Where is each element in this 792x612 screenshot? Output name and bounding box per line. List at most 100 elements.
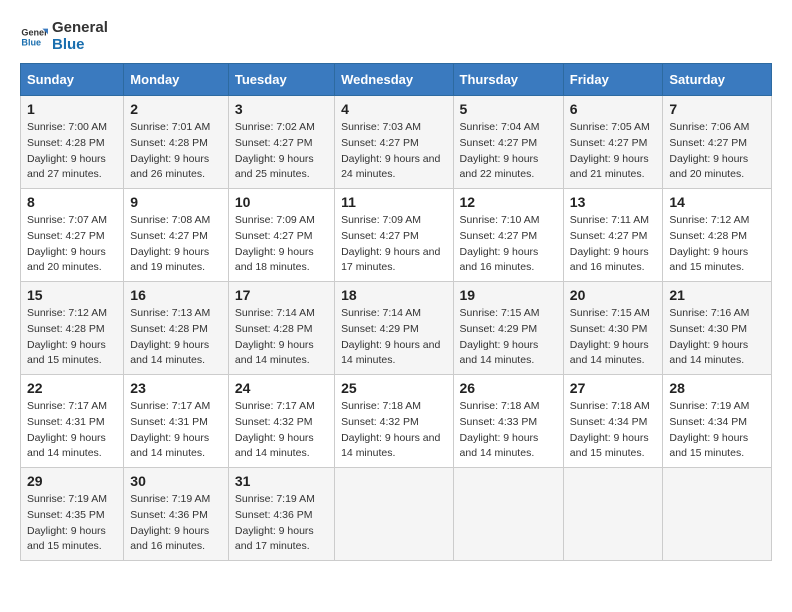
calendar-day-cell: 10Sunrise: 7:09 AMSunset: 4:27 PMDayligh… (228, 189, 334, 282)
calendar-table: SundayMondayTuesdayWednesdayThursdayFrid… (20, 63, 772, 561)
calendar-day-cell: 13Sunrise: 7:11 AMSunset: 4:27 PMDayligh… (563, 189, 663, 282)
calendar-day-cell: 16Sunrise: 7:13 AMSunset: 4:28 PMDayligh… (124, 282, 229, 375)
day-number: 5 (460, 101, 557, 117)
day-number: 17 (235, 287, 328, 303)
day-number: 6 (570, 101, 657, 117)
calendar-week-row: 8 Sunrise: 7:07 AMSunset: 4:27 PMDaylight… (21, 189, 772, 282)
calendar-day-cell: 2Sunrise: 7:01 AMSunset: 4:28 PMDaylight… (124, 96, 229, 189)
calendar-day-cell: 22 Sunrise: 7:17 AMSunset: 4:31 PMDayligh… (21, 375, 124, 468)
calendar-day-cell: 15 Sunrise: 7:12 AMSunset: 4:28 PMDayligh… (21, 282, 124, 375)
day-number: 24 (235, 380, 328, 396)
day-number: 30 (130, 473, 222, 489)
calendar-day-cell: 21Sunrise: 7:16 AMSunset: 4:30 PMDayligh… (663, 282, 772, 375)
calendar-day-cell: 25Sunrise: 7:18 AMSunset: 4:32 PMDayligh… (335, 375, 453, 468)
calendar-week-row: 15 Sunrise: 7:12 AMSunset: 4:28 PMDayligh… (21, 282, 772, 375)
calendar-day-cell: 4Sunrise: 7:03 AMSunset: 4:27 PMDaylight… (335, 96, 453, 189)
day-detail: Sunrise: 7:12 AMSunset: 4:28 PMDaylight:… (27, 307, 107, 366)
calendar-day-cell: 9 Sunrise: 7:08 AMSunset: 4:27 PMDaylight… (124, 189, 229, 282)
calendar-day-cell: 14Sunrise: 7:12 AMSunset: 4:28 PMDayligh… (663, 189, 772, 282)
day-detail: Sunrise: 7:05 AMSunset: 4:27 PMDaylight:… (570, 121, 650, 180)
day-detail: Sunrise: 7:06 AMSunset: 4:27 PMDaylight:… (669, 121, 749, 180)
weekday-header: Thursday (453, 64, 563, 96)
calendar-day-cell: 19 Sunrise: 7:15 AMSunset: 4:29 PMDayligh… (453, 282, 563, 375)
day-detail: Sunrise: 7:14 AMSunset: 4:28 PMDaylight:… (235, 307, 315, 366)
day-detail: Sunrise: 7:17 AMSunset: 4:31 PMDaylight:… (130, 400, 210, 459)
calendar-day-cell: 11 Sunrise: 7:09 AMSunset: 4:27 PMDayligh… (335, 189, 453, 282)
calendar-week-row: 29 Sunrise: 7:19 AMSunset: 4:35 PMDayligh… (21, 468, 772, 561)
logo-text-line2: Blue (52, 37, 108, 54)
day-detail: Sunrise: 7:11 AMSunset: 4:27 PMDaylight:… (570, 214, 649, 273)
day-number: 1 (27, 101, 117, 117)
weekday-header: Saturday (663, 64, 772, 96)
day-detail: Sunrise: 7:15 AMSunset: 4:29 PMDaylight:… (460, 307, 540, 366)
day-detail: Sunrise: 7:09 AMSunset: 4:27 PMDaylight:… (341, 214, 440, 273)
calendar-day-cell: 1 Sunrise: 7:00 AMSunset: 4:28 PMDaylight… (21, 96, 124, 189)
logo-icon: General Blue (20, 23, 48, 51)
day-number: 29 (27, 473, 117, 489)
calendar-day-cell: 26Sunrise: 7:18 AMSunset: 4:33 PMDayligh… (453, 375, 563, 468)
day-number: 8 (27, 194, 117, 210)
weekday-header: Sunday (21, 64, 124, 96)
calendar-day-cell: 5 Sunrise: 7:04 AMSunset: 4:27 PMDaylight… (453, 96, 563, 189)
day-detail: Sunrise: 7:04 AMSunset: 4:27 PMDaylight:… (460, 121, 540, 180)
day-number: 7 (669, 101, 765, 117)
day-number: 12 (460, 194, 557, 210)
day-detail: Sunrise: 7:07 AMSunset: 4:27 PMDaylight:… (27, 214, 107, 273)
day-detail: Sunrise: 7:18 AMSunset: 4:33 PMDaylight:… (460, 400, 540, 459)
day-number: 25 (341, 380, 446, 396)
day-detail: Sunrise: 7:00 AMSunset: 4:28 PMDaylight:… (27, 121, 107, 180)
day-detail: Sunrise: 7:19 AMSunset: 4:34 PMDaylight:… (669, 400, 749, 459)
day-number: 31 (235, 473, 328, 489)
day-detail: Sunrise: 7:01 AMSunset: 4:28 PMDaylight:… (130, 121, 210, 180)
day-number: 28 (669, 380, 765, 396)
day-number: 18 (341, 287, 446, 303)
calendar-day-cell (663, 468, 772, 561)
day-number: 23 (130, 380, 222, 396)
header: General Blue General Blue (20, 20, 772, 53)
day-detail: Sunrise: 7:09 AMSunset: 4:27 PMDaylight:… (235, 214, 315, 273)
weekday-header: Tuesday (228, 64, 334, 96)
calendar-day-cell (335, 468, 453, 561)
calendar-day-cell (453, 468, 563, 561)
calendar-day-cell: 28 Sunrise: 7:19 AMSunset: 4:34 PMDayligh… (663, 375, 772, 468)
day-detail: Sunrise: 7:02 AMSunset: 4:27 PMDaylight:… (235, 121, 315, 180)
day-detail: Sunrise: 7:19 AMSunset: 4:35 PMDaylight:… (27, 493, 107, 552)
day-number: 16 (130, 287, 222, 303)
day-detail: Sunrise: 7:15 AMSunset: 4:30 PMDaylight:… (570, 307, 650, 366)
day-detail: Sunrise: 7:19 AMSunset: 4:36 PMDaylight:… (130, 493, 210, 552)
day-number: 11 (341, 194, 446, 210)
day-number: 4 (341, 101, 446, 117)
calendar-header-row: SundayMondayTuesdayWednesdayThursdayFrid… (21, 64, 772, 96)
calendar-day-cell (563, 468, 663, 561)
day-detail: Sunrise: 7:19 AMSunset: 4:36 PMDaylight:… (235, 493, 315, 552)
calendar-day-cell: 29 Sunrise: 7:19 AMSunset: 4:35 PMDayligh… (21, 468, 124, 561)
day-detail: Sunrise: 7:14 AMSunset: 4:29 PMDaylight:… (341, 307, 440, 366)
day-number: 3 (235, 101, 328, 117)
weekday-header: Wednesday (335, 64, 453, 96)
weekday-header: Monday (124, 64, 229, 96)
day-number: 27 (570, 380, 657, 396)
calendar-day-cell: 8 Sunrise: 7:07 AMSunset: 4:27 PMDaylight… (21, 189, 124, 282)
calendar-day-cell: 12 Sunrise: 7:10 AMSunset: 4:27 PMDayligh… (453, 189, 563, 282)
day-detail: Sunrise: 7:12 AMSunset: 4:28 PMDaylight:… (669, 214, 749, 273)
svg-text:Blue: Blue (21, 37, 41, 47)
day-detail: Sunrise: 7:17 AMSunset: 4:31 PMDaylight:… (27, 400, 107, 459)
calendar-day-cell: 23 Sunrise: 7:17 AMSunset: 4:31 PMDayligh… (124, 375, 229, 468)
calendar-day-cell: 6 Sunrise: 7:05 AMSunset: 4:27 PMDaylight… (563, 96, 663, 189)
day-number: 19 (460, 287, 557, 303)
logo-text-line1: General (52, 20, 108, 37)
calendar-day-cell: 27Sunrise: 7:18 AMSunset: 4:34 PMDayligh… (563, 375, 663, 468)
calendar-day-cell: 7 Sunrise: 7:06 AMSunset: 4:27 PMDaylight… (663, 96, 772, 189)
day-number: 22 (27, 380, 117, 396)
calendar-day-cell: 18 Sunrise: 7:14 AMSunset: 4:29 PMDayligh… (335, 282, 453, 375)
day-detail: Sunrise: 7:08 AMSunset: 4:27 PMDaylight:… (130, 214, 210, 273)
calendar-day-cell: 24Sunrise: 7:17 AMSunset: 4:32 PMDayligh… (228, 375, 334, 468)
calendar-day-cell: 30 Sunrise: 7:19 AMSunset: 4:36 PMDayligh… (124, 468, 229, 561)
weekday-header: Friday (563, 64, 663, 96)
calendar-day-cell: 3 Sunrise: 7:02 AMSunset: 4:27 PMDaylight… (228, 96, 334, 189)
calendar-day-cell: 20Sunrise: 7:15 AMSunset: 4:30 PMDayligh… (563, 282, 663, 375)
day-number: 9 (130, 194, 222, 210)
day-number: 15 (27, 287, 117, 303)
day-detail: Sunrise: 7:10 AMSunset: 4:27 PMDaylight:… (460, 214, 540, 273)
calendar-day-cell: 31 Sunrise: 7:19 AMSunset: 4:36 PMDayligh… (228, 468, 334, 561)
